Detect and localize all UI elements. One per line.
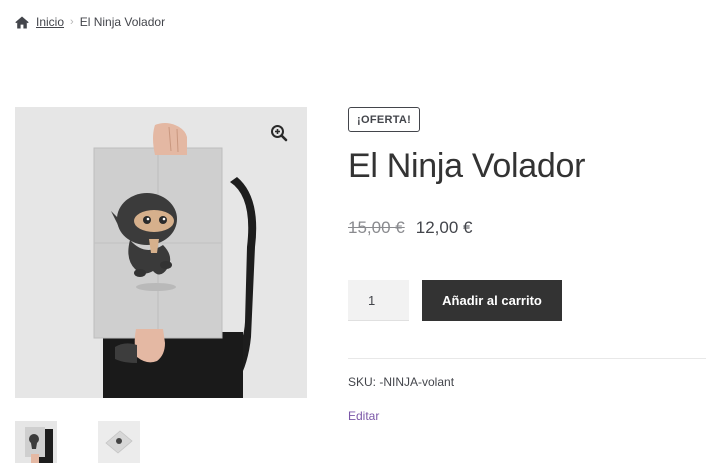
sale-badge: ¡OFERTA! [348, 107, 421, 132]
edit-link[interactable]: Editar [348, 409, 379, 423]
divider [348, 358, 706, 360]
thumbnail-image [15, 421, 57, 463]
breadcrumb-current: El Ninja Volador [79, 15, 166, 29]
thumbnail-image [98, 421, 140, 463]
home-icon [15, 16, 29, 28]
thumbnail-poster-held[interactable] [15, 421, 57, 463]
product-main-image[interactable] [15, 107, 307, 398]
add-to-cart-button[interactable]: Añadir al carrito [422, 280, 562, 322]
quantity-input[interactable] [348, 280, 409, 322]
product-title: El Ninja Volador [348, 147, 586, 185]
regular-price: 15,00 € [348, 218, 405, 238]
product-summary: ¡OFERTA! El Ninja Volador 15,00 € 12,00 … [348, 107, 706, 425]
product-sku: SKU: -NINJA-volant [348, 375, 455, 390]
breadcrumb: Inicio › El Ninja Volador [15, 13, 165, 31]
breadcrumb-separator: › [70, 16, 74, 28]
breadcrumb-home-link[interactable]: Inicio [36, 15, 64, 29]
thumbnail-poster-flat[interactable] [98, 421, 140, 463]
zoom-icon[interactable] [270, 124, 288, 142]
ninja-poster-image [15, 107, 307, 398]
sale-price: 12,00 € [415, 218, 473, 238]
add-to-cart-form: Añadir al carrito [348, 280, 706, 322]
product-price: 15,00 € 12,00 € [348, 218, 706, 238]
thumbnail-list [15, 421, 140, 463]
